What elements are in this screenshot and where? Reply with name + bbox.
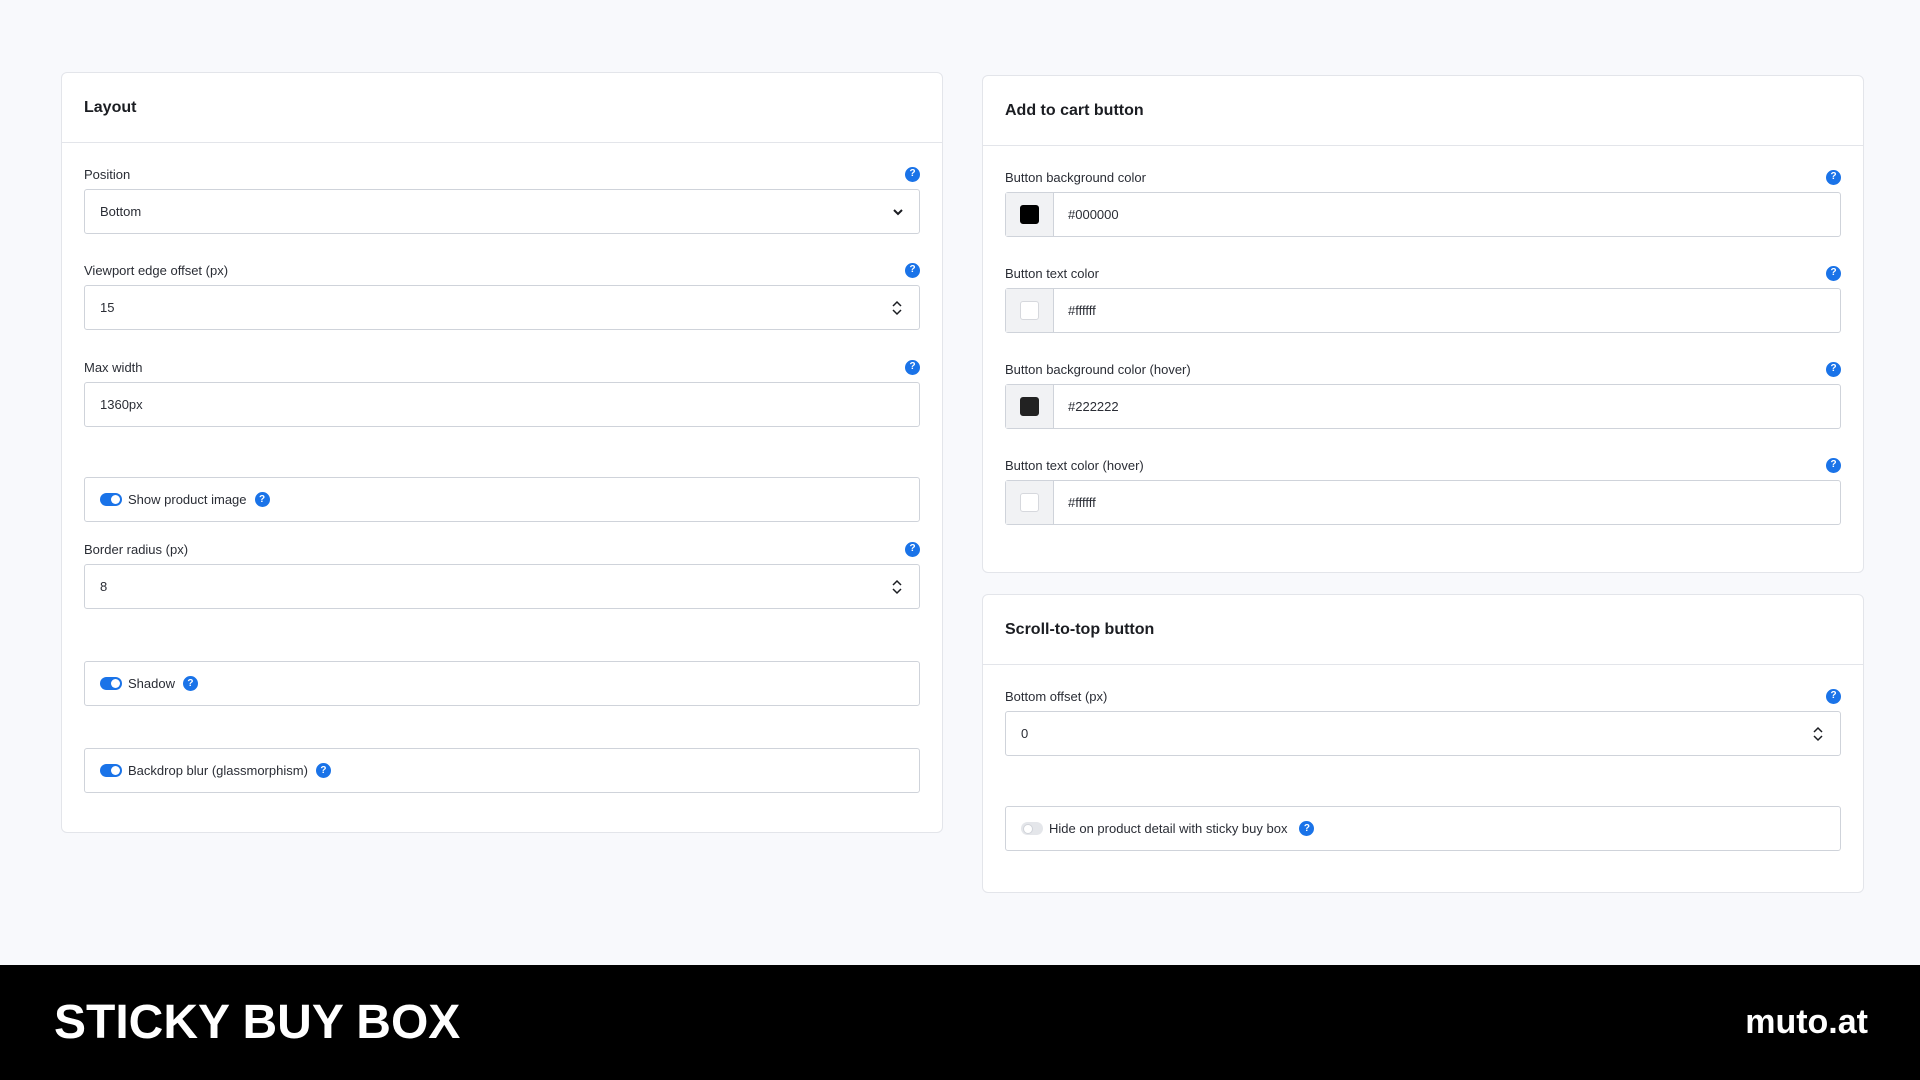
show-product-image-toggle-row: Show product image ? [84,477,920,522]
position-select[interactable]: Bottom [84,189,920,234]
number-stepper[interactable] [1811,726,1825,742]
color-swatch[interactable] [1020,493,1039,512]
bottom-offset-field: Bottom offset (px) ? 0 [1005,686,1841,756]
text-color-input[interactable]: #ffffff [1005,288,1841,333]
number-stepper[interactable] [890,300,904,316]
border-radius-input[interactable]: 8 [84,564,920,609]
text-color-field: Button text color ? #ffffff [1005,263,1841,333]
bottom-offset-label: Bottom offset (px) [1005,688,1108,704]
text-color-hover-value: #ffffff [1068,495,1096,510]
help-icon[interactable]: ? [1826,361,1841,377]
help-icon[interactable]: ? [1826,265,1841,281]
bg-color-label: Button background color [1005,169,1146,185]
show-product-image-label: Show product image [128,492,247,507]
chevron-down-icon[interactable] [1813,734,1823,742]
bg-color-field: Button background color ? #000000 [1005,167,1841,237]
help-icon[interactable]: ? [182,676,198,691]
position-field: Position ? Bottom [84,164,920,234]
color-swatch[interactable] [1020,301,1039,320]
backdrop-blur-toggle-row: Backdrop blur (glassmorphism) ? [84,748,920,793]
border-radius-field: Border radius (px) ? 8 [84,539,920,609]
border-radius-value: 8 [100,579,108,594]
layout-card: Layout Position ? Bottom Viewport edge o… [61,72,943,833]
help-icon[interactable]: ? [1826,169,1841,185]
chevron-up-icon[interactable] [1813,726,1823,733]
max-width-input[interactable]: 1360px [84,382,920,427]
hide-on-product-switch[interactable] [1021,822,1043,835]
bg-color-input[interactable]: #000000 [1005,192,1841,237]
color-swatch-cell[interactable] [1006,481,1054,524]
chevron-up-icon[interactable] [892,300,902,307]
chevron-down-icon[interactable] [892,587,902,595]
number-stepper[interactable] [890,579,904,595]
help-icon[interactable]: ? [905,166,920,182]
help-icon[interactable]: ? [1826,688,1841,704]
chevron-down-icon[interactable] [892,308,902,316]
text-color-label: Button text color [1005,265,1099,281]
help-icon[interactable]: ? [905,541,920,557]
add-to-cart-card-title: Add to cart button [983,76,1863,146]
scroll-to-top-card: Scroll-to-top button Bottom offset (px) … [982,594,1864,893]
backdrop-blur-switch[interactable] [100,764,122,777]
brand-domain: muto.at [1745,1003,1868,1041]
bg-color-hover-field: Button background color (hover) ? #22222… [1005,359,1841,429]
chevron-up-icon[interactable] [892,579,902,586]
text-color-hover-input[interactable]: #ffffff [1005,480,1841,525]
help-icon[interactable]: ? [905,359,920,375]
brand-title: STICKY BUY BOX [54,996,461,1049]
bottom-offset-value: 0 [1021,726,1029,741]
viewport-offset-label: Viewport edge offset (px) [84,262,229,278]
show-product-image-switch[interactable] [100,493,122,506]
text-color-hover-field: Button text color (hover) ? #ffffff [1005,455,1841,525]
color-swatch-cell[interactable] [1006,193,1054,236]
position-label: Position [84,166,131,182]
shadow-toggle-row: Shadow ? [84,661,920,706]
color-swatch[interactable] [1020,205,1039,224]
chevron-down-icon [893,208,903,215]
position-value: Bottom [100,204,142,219]
help-icon[interactable]: ? [254,492,270,507]
viewport-offset-field: Viewport edge offset (px) ? 15 [84,260,920,330]
viewport-offset-value: 15 [100,300,115,315]
viewport-offset-input[interactable]: 15 [84,285,920,330]
hide-on-product-label: Hide on product detail with sticky buy b… [1049,821,1288,836]
help-icon[interactable]: ? [905,262,920,278]
bg-color-hover-label: Button background color (hover) [1005,361,1191,377]
max-width-value: 1360px [100,397,143,412]
footer-banner: STICKY BUY BOX muto.at [0,965,1920,1080]
help-icon[interactable]: ? [1826,457,1841,473]
scroll-to-top-card-title: Scroll-to-top button [983,595,1863,665]
bg-color-hover-value: #222222 [1068,399,1119,414]
color-swatch[interactable] [1020,397,1039,416]
shadow-switch[interactable] [100,677,122,690]
bottom-offset-input[interactable]: 0 [1005,711,1841,756]
layout-card-title: Layout [62,73,942,143]
text-color-value: #ffffff [1068,303,1096,318]
backdrop-blur-label: Backdrop blur (glassmorphism) [128,763,308,778]
hide-on-product-toggle-row: Hide on product detail with sticky buy b… [1005,806,1841,851]
shadow-label: Shadow [128,676,175,691]
bg-color-value: #000000 [1068,207,1119,222]
help-icon[interactable]: ? [315,763,331,778]
color-swatch-cell[interactable] [1006,289,1054,332]
border-radius-label: Border radius (px) [84,541,189,557]
add-to-cart-card: Add to cart button Button background col… [982,75,1864,573]
max-width-label: Max width [84,359,143,375]
max-width-field: Max width ? 1360px [84,357,920,427]
bg-color-hover-input[interactable]: #222222 [1005,384,1841,429]
color-swatch-cell[interactable] [1006,385,1054,428]
help-icon[interactable]: ? [1299,821,1315,836]
text-color-hover-label: Button text color (hover) [1005,457,1144,473]
